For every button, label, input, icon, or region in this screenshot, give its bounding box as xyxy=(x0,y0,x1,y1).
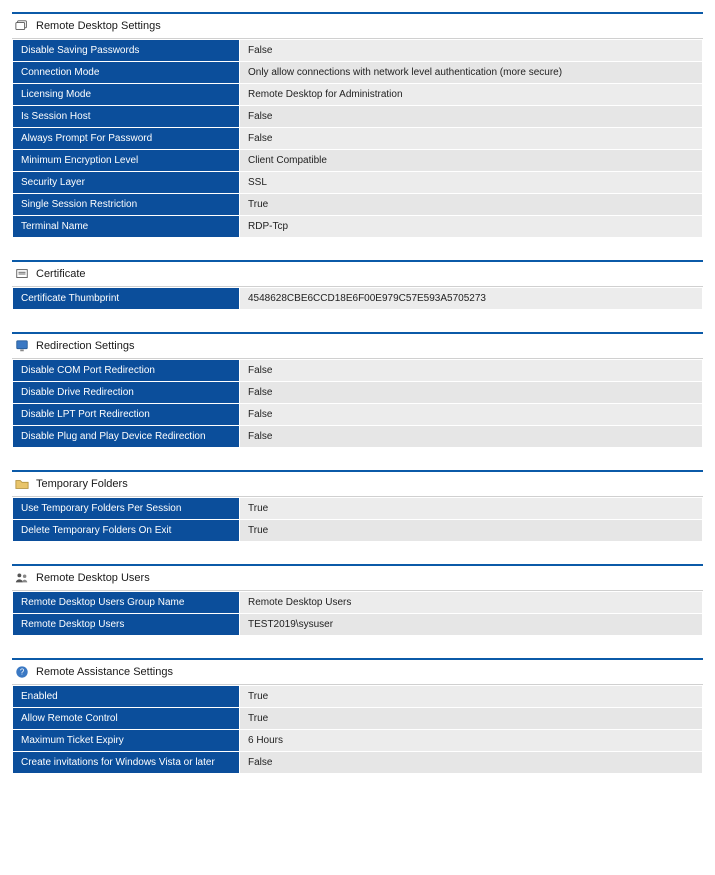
property-link-always-prompt-for-password[interactable]: Always Prompt For Password xyxy=(21,133,152,144)
property-link-connection-mode[interactable]: Connection Mode xyxy=(21,67,99,78)
section-title: Temporary Folders xyxy=(36,478,128,490)
section-header-redirection-settings: Redirection Settings xyxy=(12,332,703,359)
table-row: Disable COM Port Redirection False xyxy=(13,360,703,382)
property-link-is-session-host[interactable]: Is Session Host xyxy=(21,111,90,122)
table-row: Enabled True xyxy=(13,686,703,708)
table-row: Minimum Encryption Level Client Compatibl… xyxy=(13,150,703,172)
property-table: Use Temporary Folders Per SessionTrueDel… xyxy=(12,497,703,542)
section-title: Remote Desktop Users xyxy=(36,572,150,584)
property-value: False xyxy=(240,752,703,774)
property-link-maximum-ticket-expiry[interactable]: Maximum Ticket Expiry xyxy=(21,735,124,746)
section-certificate: Certificate Certificate Thumbprint 4548628… xyxy=(12,260,703,310)
property-link-disable-lpt-port-redirection[interactable]: Disable LPT Port Redirection xyxy=(21,409,150,420)
property-link-remote-desktop-users-group-name[interactable]: Remote Desktop Users Group Name xyxy=(21,597,184,608)
property-link-certificate-thumbprint[interactable]: Certificate Thumbprint xyxy=(21,293,119,304)
table-row: Create invitations for Windows Vista or … xyxy=(13,752,703,774)
table-row: Use Temporary Folders Per Session True xyxy=(13,498,703,520)
section-header-certificate: Certificate xyxy=(12,260,703,287)
property-value: Client Compatible xyxy=(240,150,703,172)
table-row: Disable Drive Redirection False xyxy=(13,382,703,404)
property-value: False xyxy=(240,382,703,404)
property-value: Only allow connections with network leve… xyxy=(240,62,703,84)
property-link-disable-plug-and-play-device-redirection[interactable]: Disable Plug and Play Device Redirection xyxy=(21,431,206,442)
property-link-delete-temporary-folders-on-exit[interactable]: Delete Temporary Folders On Exit xyxy=(21,525,171,536)
property-value: True xyxy=(240,194,703,216)
settings-report: Remote Desktop Settings Disable Saving Pa… xyxy=(12,12,703,774)
property-link-use-temporary-folders-per-session[interactable]: Use Temporary Folders Per Session xyxy=(21,503,181,514)
property-value: True xyxy=(240,498,703,520)
remote-desktop-icon xyxy=(14,18,30,34)
property-table: EnabledTrueAllow Remote ControlTrueMaxim… xyxy=(12,685,703,774)
table-row: Terminal Name RDP-Tcp xyxy=(13,216,703,238)
section-remote-assistance-settings: ?Remote Assistance SettingsEnabledTrueAl… xyxy=(12,658,703,774)
property-link-security-layer[interactable]: Security Layer xyxy=(21,177,85,188)
section-remote-desktop-users: Remote Desktop UsersRemote Desktop Users… xyxy=(12,564,703,636)
section-title: Remote Desktop Settings xyxy=(36,20,161,32)
table-row: Security Layer SSL xyxy=(13,172,703,194)
folder-icon xyxy=(14,476,30,492)
property-value: Remote Desktop Users xyxy=(240,592,703,614)
property-link-terminal-name[interactable]: Terminal Name xyxy=(21,221,88,232)
help-icon: ? xyxy=(14,664,30,680)
table-row: Is Session Host False xyxy=(13,106,703,128)
property-value: True xyxy=(240,520,703,542)
property-value: SSL xyxy=(240,172,703,194)
section-header-remote-desktop-users: Remote Desktop Users xyxy=(12,564,703,591)
property-value: False xyxy=(240,40,703,62)
property-table: Disable Saving PasswordsFalseConnection … xyxy=(12,39,703,238)
property-table: Certificate Thumbprint 4548628CBE6CCD18E6… xyxy=(12,287,703,310)
users-icon xyxy=(14,570,30,586)
property-value: TEST2019\sysuser xyxy=(240,614,703,636)
table-row: Certificate Thumbprint 4548628CBE6CCD18E6… xyxy=(13,288,703,310)
property-value: RDP-Tcp xyxy=(240,216,703,238)
table-row: Single Session Restriction True xyxy=(13,194,703,216)
property-value: False xyxy=(240,106,703,128)
property-link-disable-drive-redirection[interactable]: Disable Drive Redirection xyxy=(21,387,134,398)
property-value: False xyxy=(240,404,703,426)
property-value: False xyxy=(240,426,703,448)
table-row: Remote Desktop Users TEST2019\sysuser xyxy=(13,614,703,636)
property-value: True xyxy=(240,708,703,730)
monitor-icon xyxy=(14,338,30,354)
table-row: Allow Remote Control True xyxy=(13,708,703,730)
table-row: Connection Mode Only allow connections wi… xyxy=(13,62,703,84)
section-temporary-folders: Temporary Folders Use Temporary Folders P… xyxy=(12,470,703,542)
property-value: Remote Desktop for Administration xyxy=(240,84,703,106)
section-header-remote-assistance-settings: ? Remote Assistance Settings xyxy=(12,658,703,685)
svg-text:?: ? xyxy=(20,668,25,677)
table-row: Maximum Ticket Expiry 6 Hours xyxy=(13,730,703,752)
property-value: 6 Hours xyxy=(240,730,703,752)
property-link-minimum-encryption-level[interactable]: Minimum Encryption Level xyxy=(21,155,138,166)
property-value: True xyxy=(240,686,703,708)
property-value: False xyxy=(240,128,703,150)
property-link-disable-saving-passwords[interactable]: Disable Saving Passwords xyxy=(21,45,139,56)
property-value: False xyxy=(240,360,703,382)
table-row: Remote Desktop Users Group Name Remote De… xyxy=(13,592,703,614)
table-row: Disable Plug and Play Device Redirection… xyxy=(13,426,703,448)
property-value: 4548628CBE6CCD18E6F00E979C57E593A5705273 xyxy=(240,288,703,310)
table-row: Delete Temporary Folders On Exit True xyxy=(13,520,703,542)
section-remote-desktop-settings: Remote Desktop Settings Disable Saving Pa… xyxy=(12,12,703,238)
property-table: Disable COM Port RedirectionFalseDisable… xyxy=(12,359,703,448)
certificate-icon xyxy=(14,266,30,282)
property-link-create-invitations-for-windows-vista-or-later[interactable]: Create invitations for Windows Vista or … xyxy=(21,757,215,768)
property-link-licensing-mode[interactable]: Licensing Mode xyxy=(21,89,91,100)
section-header-temporary-folders: Temporary Folders xyxy=(12,470,703,497)
property-link-enabled[interactable]: Enabled xyxy=(21,691,58,702)
section-title: Remote Assistance Settings xyxy=(36,666,173,678)
property-link-remote-desktop-users[interactable]: Remote Desktop Users xyxy=(21,619,124,630)
table-row: Disable LPT Port Redirection False xyxy=(13,404,703,426)
section-title: Certificate xyxy=(36,268,86,280)
section-header-remote-desktop-settings: Remote Desktop Settings xyxy=(12,12,703,39)
table-row: Licensing Mode Remote Desktop for Adminis… xyxy=(13,84,703,106)
property-table: Remote Desktop Users Group Name Remote De… xyxy=(12,591,703,636)
table-row: Always Prompt For Password False xyxy=(13,128,703,150)
section-title: Redirection Settings xyxy=(36,340,134,352)
property-link-disable-com-port-redirection[interactable]: Disable COM Port Redirection xyxy=(21,365,155,376)
table-row: Disable Saving Passwords False xyxy=(13,40,703,62)
property-link-single-session-restriction[interactable]: Single Session Restriction xyxy=(21,199,137,210)
property-link-allow-remote-control[interactable]: Allow Remote Control xyxy=(21,713,118,724)
section-redirection-settings: Redirection Settings Disable COM Port Red… xyxy=(12,332,703,448)
